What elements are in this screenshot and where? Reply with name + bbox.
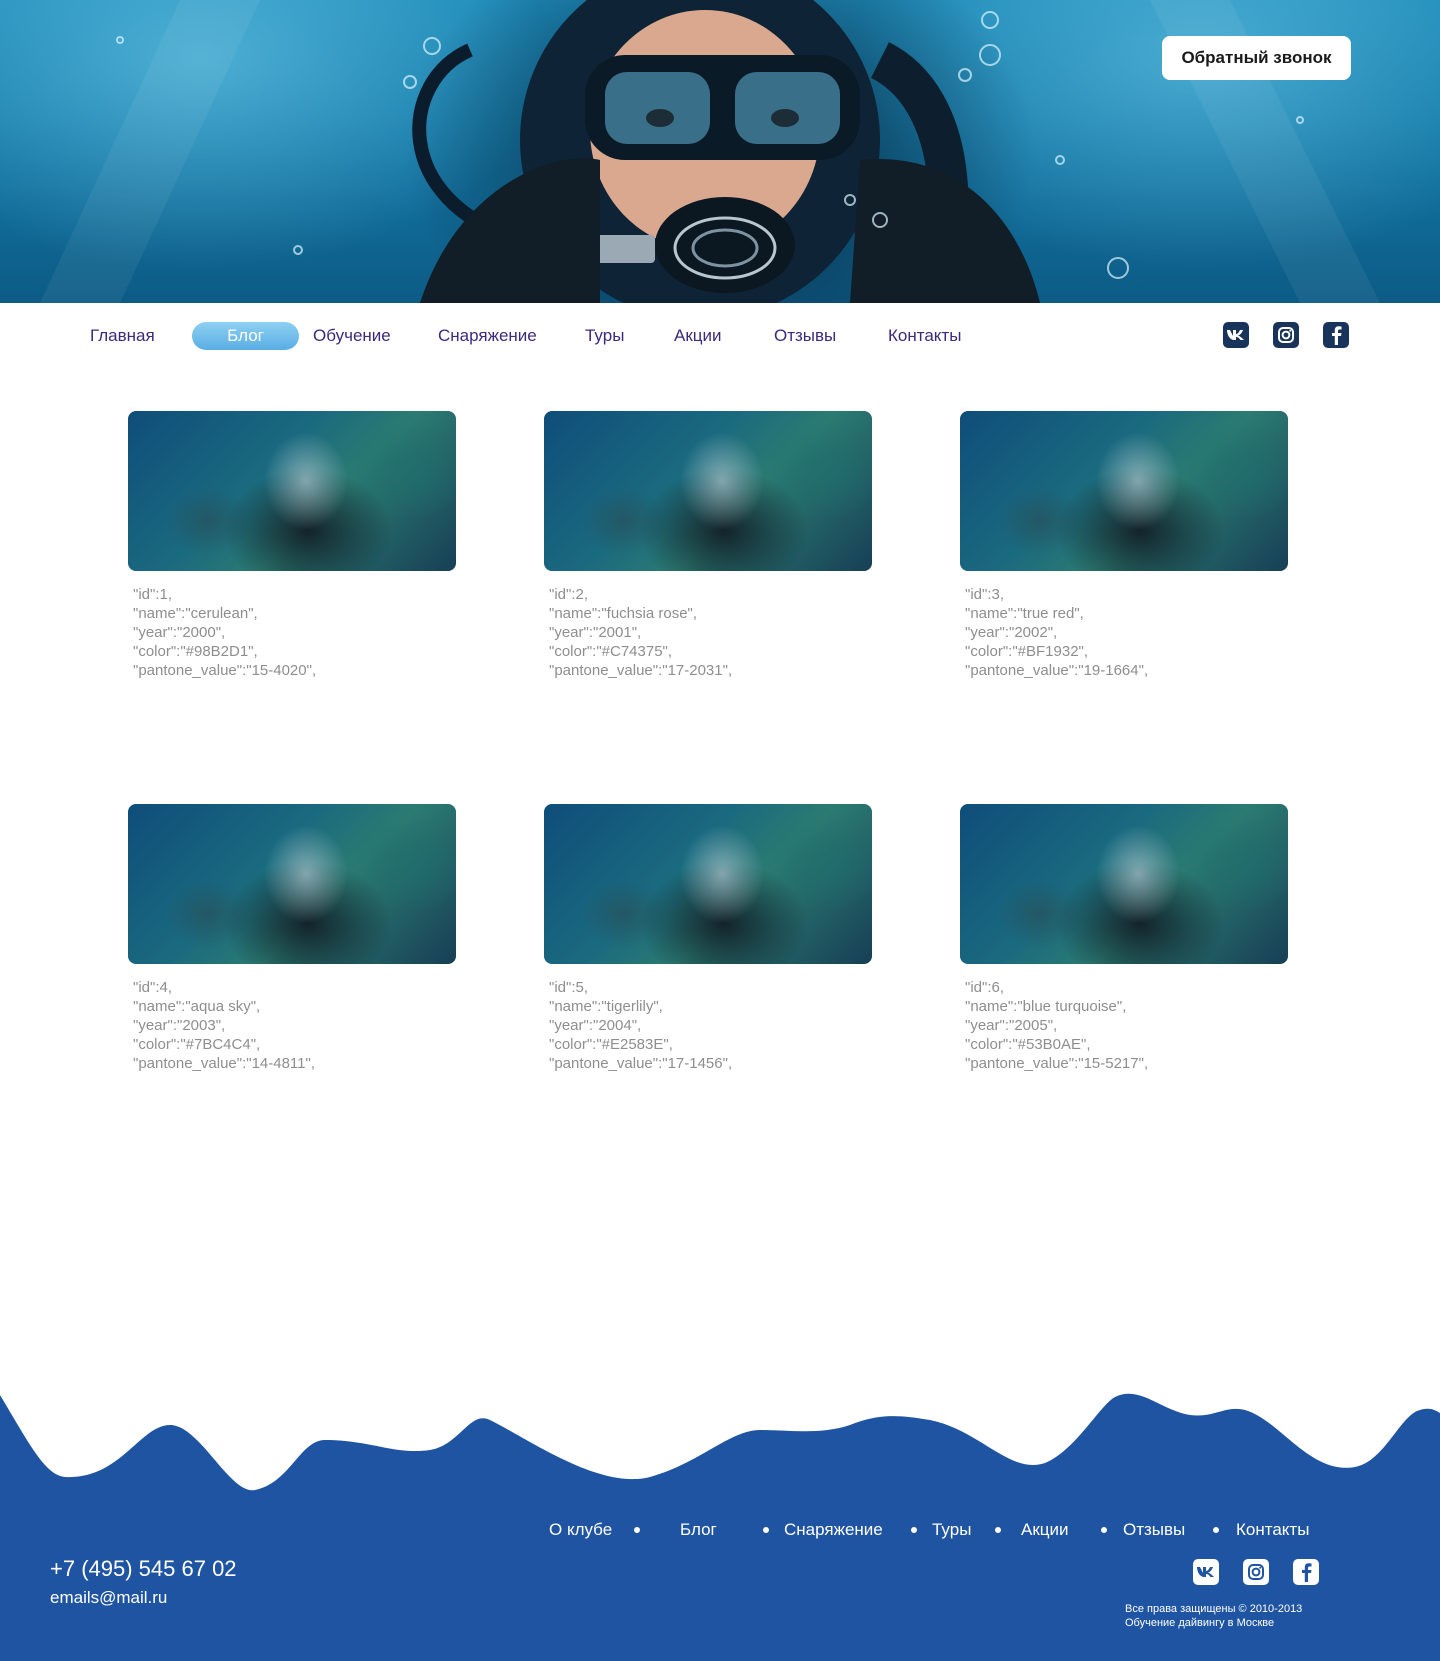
card-text: "id":6, "name":"blue turquoise", "year":… [960, 978, 1288, 1073]
separator-dot [911, 1527, 917, 1533]
card-text: "id":2, "name":"fuchsia rose", "year":"2… [544, 585, 872, 680]
card-text: "id":1, "name":"cerulean", "year":"2000"… [128, 585, 456, 680]
nav-item-tours[interactable]: Туры [585, 322, 624, 350]
blog-card[interactable]: "id":5, "name":"tigerlily", "year":"2004… [544, 804, 872, 1073]
card-image-divers[interactable] [128, 804, 456, 964]
nav-item-contacts[interactable]: Контакты [888, 322, 961, 350]
card-year: "year":"2005", [965, 1017, 1058, 1034]
separator-dot [1213, 1527, 1219, 1533]
footer-link-promotions[interactable]: Акции [1021, 1519, 1069, 1541]
blog-card[interactable]: "id":1, "name":"cerulean", "year":"2000"… [128, 411, 456, 680]
copyright-subline: Обучение дайвингу в Москве [1125, 1617, 1275, 1629]
card-text: "id":4, "name":"aqua sky", "year":"2003"… [128, 978, 456, 1073]
card-id: "id":2, [549, 586, 589, 603]
card-name: "name":"blue turquoise", [965, 998, 1127, 1015]
main-nav: Главная Блог Обучение Снаряжение Туры Ак… [0, 322, 1440, 354]
card-color: "color":"#E2583E", [549, 1036, 673, 1053]
card-year: "year":"2004", [549, 1017, 642, 1034]
footer-link-tours[interactable]: Туры [932, 1519, 971, 1541]
vk-icon[interactable] [1193, 1559, 1219, 1585]
nav-item-promotions[interactable]: Акции [674, 322, 722, 350]
facebook-icon[interactable] [1323, 322, 1349, 348]
blog-card[interactable]: "id":6, "name":"blue turquoise", "year":… [960, 804, 1288, 1073]
card-text: "id":3, "name":"true red", "year":"2002"… [960, 585, 1288, 680]
footer-email[interactable]: emails@mail.ru [50, 1588, 167, 1608]
card-year: "year":"2002", [965, 624, 1058, 641]
nav-item-equipment[interactable]: Снаряжение [438, 322, 537, 350]
card-id: "id":6, [965, 979, 1005, 996]
facebook-icon[interactable] [1293, 1559, 1319, 1585]
card-color: "color":"#98B2D1", [133, 643, 258, 660]
card-year: "year":"2001", [549, 624, 642, 641]
separator-dot [995, 1527, 1001, 1533]
card-year: "year":"2003", [133, 1017, 226, 1034]
card-pantone: "pantone_value":"17-1456", [549, 1055, 733, 1072]
nav-item-home[interactable]: Главная [90, 322, 155, 350]
card-pantone: "pantone_value":"14-4811", [133, 1055, 315, 1072]
card-name: "name":"tigerlily", [549, 998, 663, 1015]
card-image-divers[interactable] [960, 804, 1288, 964]
footer-link-equipment[interactable]: Снаряжение [784, 1519, 883, 1541]
nav-item-training[interactable]: Обучение [313, 322, 391, 350]
card-id: "id":4, [133, 979, 173, 996]
card-image-divers[interactable] [544, 411, 872, 571]
footer-link-contacts[interactable]: Контакты [1236, 1519, 1309, 1541]
card-id: "id":3, [965, 586, 1005, 603]
card-pantone: "pantone_value":"15-4020", [133, 662, 317, 679]
card-image-divers[interactable] [960, 411, 1288, 571]
card-name: "name":"cerulean", [133, 605, 258, 622]
card-pantone: "pantone_value":"19-1664", [965, 662, 1149, 679]
card-text: "id":5, "name":"tigerlily", "year":"2004… [544, 978, 872, 1073]
card-name: "name":"aqua sky", [133, 998, 261, 1015]
instagram-icon[interactable] [1273, 322, 1299, 348]
blog-card[interactable]: "id":4, "name":"aqua sky", "year":"2003"… [128, 804, 456, 1073]
card-color: "color":"#BF1932", [965, 643, 1089, 660]
card-color: "color":"#C74375", [549, 643, 673, 660]
separator-dot [634, 1527, 640, 1533]
card-name: "name":"true red", [965, 605, 1084, 622]
footer-phone[interactable]: +7 (495) 545 67 02 [50, 1556, 237, 1582]
card-name: "name":"fuchsia rose", [549, 605, 698, 622]
card-pantone: "pantone_value":"15-5217", [965, 1055, 1149, 1072]
nav-item-blog[interactable]: Блог [192, 322, 299, 350]
instagram-icon[interactable] [1243, 1559, 1269, 1585]
footer-link-reviews[interactable]: Отзывы [1123, 1519, 1185, 1541]
card-pantone: "pantone_value":"17-2031", [549, 662, 733, 679]
footer-link-about[interactable]: О клубе [549, 1519, 612, 1541]
callback-button[interactable]: Обратный звонок [1162, 36, 1351, 80]
footer-copyright: Все права защищены © 2010-2013 Обучение … [1125, 1602, 1302, 1630]
blog-card[interactable]: "id":3, "name":"true red", "year":"2002"… [960, 411, 1288, 680]
card-year: "year":"2000", [133, 624, 226, 641]
card-image-divers[interactable] [128, 411, 456, 571]
card-id: "id":1, [133, 586, 173, 603]
footer-link-blog[interactable]: Блог [680, 1519, 717, 1541]
card-color: "color":"#7BC4C4", [133, 1036, 261, 1053]
card-id: "id":5, [549, 979, 589, 996]
copyright-line: Все права защищены © 2010-2013 [1125, 1603, 1303, 1615]
separator-dot [763, 1527, 769, 1533]
card-image-divers[interactable] [544, 804, 872, 964]
blog-card[interactable]: "id":2, "name":"fuchsia rose", "year":"2… [544, 411, 872, 680]
hero-banner: Обратный звонок [0, 0, 1440, 303]
nav-item-reviews[interactable]: Отзывы [774, 322, 836, 350]
card-color: "color":"#53B0AE", [965, 1036, 1091, 1053]
vk-icon[interactable] [1223, 322, 1249, 348]
separator-dot [1101, 1527, 1107, 1533]
